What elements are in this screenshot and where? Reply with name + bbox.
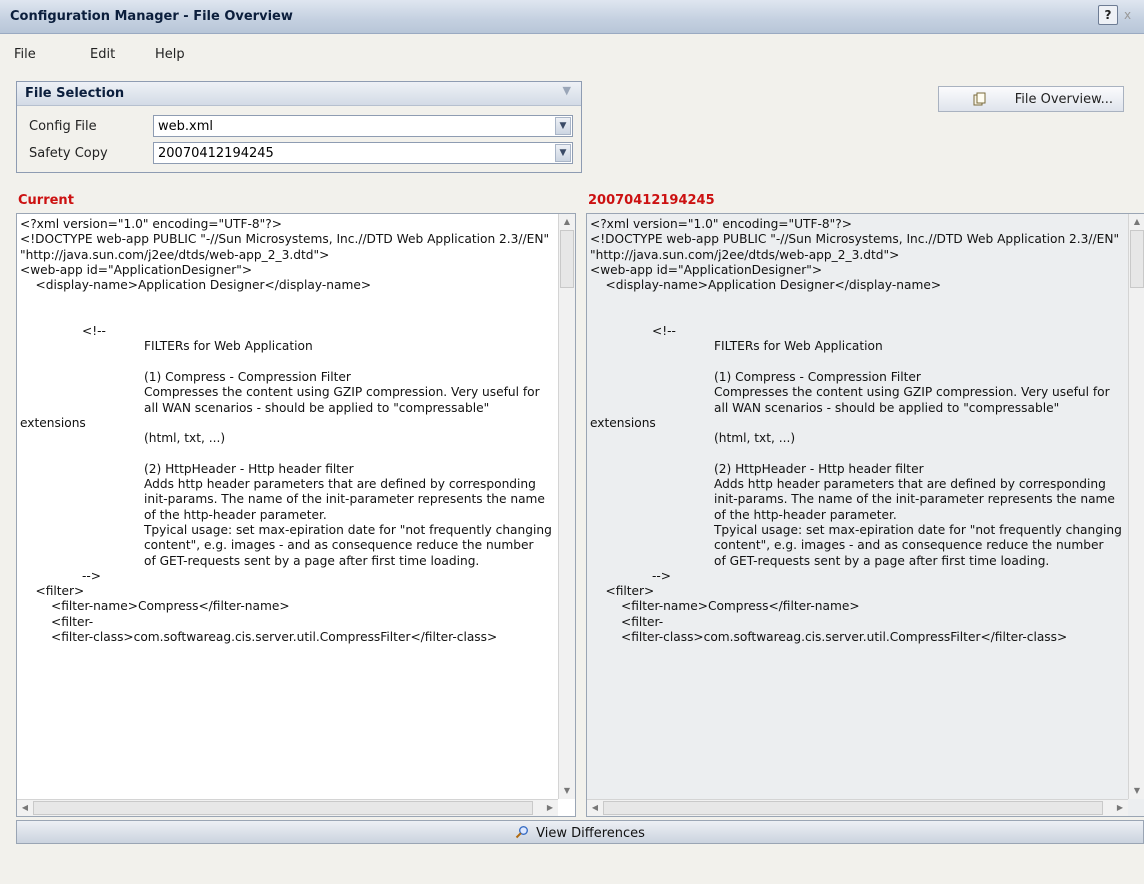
scroll-down-icon[interactable]: ▼ [560,784,574,798]
chevron-down-icon[interactable]: ▼ [555,117,571,135]
current-caption: Current [18,193,74,208]
config-file-value: web.xml [158,119,213,134]
scroll-thumb[interactable] [1130,230,1144,288]
scroll-down-icon[interactable]: ▼ [1130,784,1144,798]
scroll-thumb[interactable] [603,801,1103,815]
safety-copy-content: <?xml version="1.0" encoding="UTF-8"?> <… [590,217,1122,645]
chevron-down-icon[interactable]: ▼ [555,144,571,162]
file-selection-panel: File Selection ▼ Config File web.xml ▼ S… [16,81,582,173]
safety-copy-textarea[interactable]: <?xml version="1.0" encoding="UTF-8"?> <… [586,213,1144,817]
vertical-scrollbar[interactable]: ▲ ▼ [1128,214,1144,799]
horizontal-scrollbar[interactable]: ◀ ▶ [17,799,558,816]
scroll-up-icon[interactable]: ▲ [560,215,574,229]
safety-copy-select[interactable]: 20070412194245 ▼ [153,142,573,164]
scroll-up-icon[interactable]: ▲ [1130,215,1144,229]
file-overview-button[interactable]: File Overview... [938,86,1124,112]
file-selection-header[interactable]: File Selection ▼ [17,82,581,106]
current-file-content: <?xml version="1.0" encoding="UTF-8"?> <… [20,217,552,645]
file-overview-label: File Overview... [1014,92,1113,107]
collapse-icon[interactable]: ▼ [563,84,571,97]
title-bar: Configuration Manager - File Overview ? … [0,0,1144,34]
vertical-scrollbar[interactable]: ▲ ▼ [558,214,575,799]
scroll-right-icon[interactable]: ▶ [1113,801,1127,815]
scroll-thumb[interactable] [560,230,574,288]
file-selection-title: File Selection [25,86,125,101]
view-differences-label: View Differences [536,826,645,841]
scroll-right-icon[interactable]: ▶ [543,801,557,815]
close-button[interactable]: x [1124,8,1131,22]
config-file-label: Config File [29,119,97,134]
menu-bar: File Edit Help [0,35,1144,75]
scroll-left-icon[interactable]: ◀ [588,801,602,815]
scroll-left-icon[interactable]: ◀ [18,801,32,815]
safety-copy-value: 20070412194245 [158,146,274,161]
scroll-thumb[interactable] [33,801,533,815]
view-differences-button[interactable]: View Differences [16,820,1144,844]
config-file-select[interactable]: web.xml ▼ [153,115,573,137]
window-title: Configuration Manager - File Overview [10,9,293,24]
safety-copy-caption: 20070412194245 [588,193,715,208]
current-file-textarea[interactable]: <?xml version="1.0" encoding="UTF-8"?> <… [16,213,576,817]
horizontal-scrollbar[interactable]: ◀ ▶ [587,799,1128,816]
safety-copy-label: Safety Copy [29,146,108,161]
magnifier-icon [515,826,529,839]
menu-file[interactable]: File [14,47,36,62]
menu-help[interactable]: Help [155,47,185,62]
safety-copy-row: Safety Copy 20070412194245 ▼ [17,141,581,165]
menu-edit[interactable]: Edit [90,47,115,62]
config-file-row: Config File web.xml ▼ [17,114,581,138]
help-button[interactable]: ? [1098,5,1118,25]
files-icon [973,92,986,106]
